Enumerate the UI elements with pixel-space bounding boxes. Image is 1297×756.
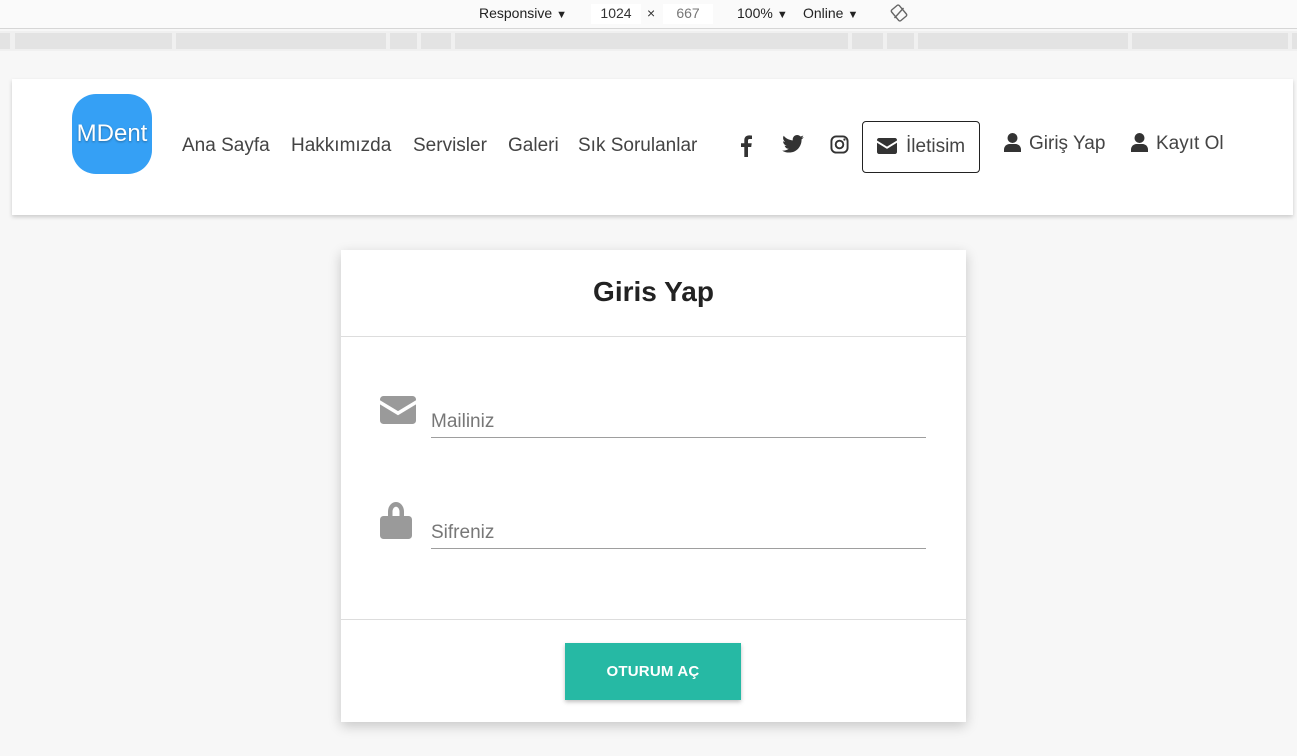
nav-about[interactable]: Hakkımızda	[291, 135, 391, 157]
device-caret-icon: ▼	[556, 9, 568, 21]
ruler-segment[interactable]	[918, 33, 1128, 49]
device-select[interactable]: Responsive ▼	[479, 4, 567, 24]
twitter-icon[interactable]	[782, 135, 806, 157]
ruler-segment[interactable]	[1132, 33, 1288, 49]
ruler-segment[interactable]	[852, 33, 883, 49]
dimension-separator: ×	[647, 5, 656, 21]
device-label: Responsive	[479, 5, 553, 21]
devtools-toolbar: Responsive ▼ 1024 × 667 100% ▼ Online ▼	[0, 0, 1297, 29]
ruler-segment[interactable]	[887, 33, 914, 49]
zoom-caret-icon: ▼	[776, 9, 788, 21]
envelope-icon	[877, 138, 897, 159]
login-label: Giriş Yap	[1029, 133, 1106, 154]
height-input[interactable]: 667	[663, 4, 713, 24]
ruler-segment[interactable]	[0, 33, 10, 49]
ruler-segment[interactable]	[15, 33, 172, 49]
facebook-icon[interactable]	[740, 135, 764, 157]
logo[interactable]: MDent	[72, 94, 152, 174]
network-caret-icon: ▼	[847, 9, 859, 21]
submit-button[interactable]: OTURUM AÇ	[565, 643, 741, 700]
ruler-segment[interactable]	[455, 33, 848, 49]
password-input[interactable]	[431, 511, 926, 548]
lock-icon	[380, 502, 412, 544]
envelope-icon	[380, 396, 416, 429]
network-select[interactable]: Online ▼	[803, 4, 858, 24]
divider	[341, 336, 966, 337]
contact-label: İletisim	[906, 136, 966, 157]
password-field[interactable]	[431, 511, 926, 549]
instagram-icon[interactable]	[830, 135, 854, 157]
width-input[interactable]: 1024	[591, 4, 641, 24]
ruler-segment[interactable]	[421, 33, 451, 49]
media-query-ruler	[0, 31, 1297, 51]
login-link[interactable]: Giriş Yap	[1004, 133, 1105, 155]
nav-gallery[interactable]: Galeri	[508, 135, 559, 157]
rotate-icon[interactable]	[890, 4, 908, 24]
register-link[interactable]: Kayıt Ol	[1131, 133, 1224, 155]
register-label: Kayıt Ol	[1156, 133, 1224, 154]
ruler-segment[interactable]	[176, 33, 386, 49]
email-field[interactable]	[431, 400, 926, 438]
login-card: Giris Yap OTURUM AÇ	[341, 250, 966, 722]
nav-services[interactable]: Servisler	[413, 135, 487, 157]
ruler-segment[interactable]	[1292, 33, 1297, 49]
login-title: Giris Yap	[593, 276, 714, 307]
zoom-select[interactable]: 100% ▼	[737, 4, 788, 24]
contact-button[interactable]: İletisim	[862, 121, 980, 173]
site-header: MDent Ana Sayfa Hakkımızda Servisler Gal…	[12, 79, 1293, 215]
network-label: Online	[803, 5, 844, 21]
user-icon	[1004, 133, 1021, 152]
email-input[interactable]	[431, 400, 926, 437]
nav-home[interactable]: Ana Sayfa	[182, 135, 270, 157]
nav-faq[interactable]: Sık Sorulanlar	[578, 135, 697, 157]
ruler-segment[interactable]	[390, 33, 417, 49]
zoom-label: 100%	[737, 5, 773, 21]
divider	[341, 619, 966, 620]
user-icon	[1131, 133, 1148, 152]
